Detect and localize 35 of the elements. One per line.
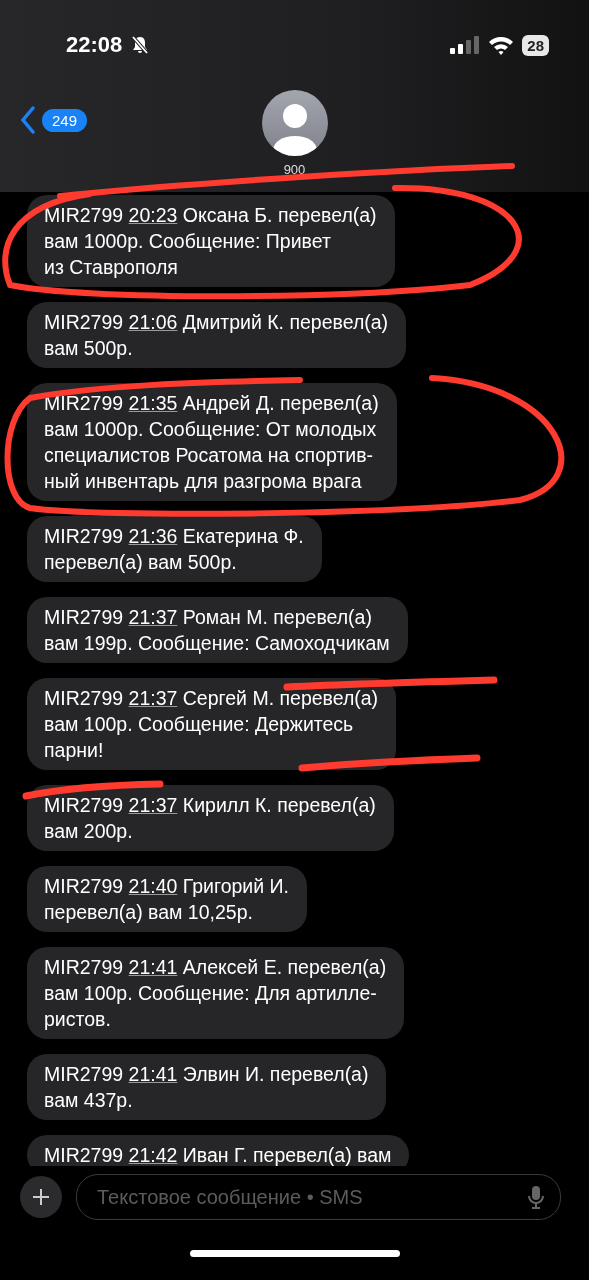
plus-icon <box>31 1187 51 1207</box>
microphone-icon[interactable] <box>528 1185 544 1209</box>
time-link[interactable]: 21:35 <box>128 392 178 414</box>
wifi-icon <box>488 35 515 55</box>
time-link[interactable]: 21:40 <box>128 875 178 897</box>
message-text: MIR2799 21:40 Григорий И. перевел(а) вам 10,25р. <box>44 874 289 925</box>
time-link[interactable]: 21:42 <box>128 1144 178 1166</box>
time-link[interactable]: 21:36 <box>128 525 178 547</box>
message-text: MIR2799 20:23 Оксана Б. перевел(а) вам 1000р. Сообщение: Привет из Ставрополя <box>44 203 377 280</box>
time-link[interactable]: 20:23 <box>128 204 178 226</box>
message-field[interactable]: Текстовое сообщение • SMS <box>76 1174 561 1220</box>
bell-slash-icon <box>130 35 151 55</box>
message-text: MIR2799 21:41 Элвин И. перевел(а) вам 437р. <box>44 1062 369 1113</box>
message-text: MIR2799 21:06 Дмитрий К. перевел(а) вам 500р. <box>44 310 389 361</box>
time-link[interactable]: 21:37 <box>128 606 178 628</box>
back-chevron-icon[interactable] <box>20 106 36 134</box>
time-link[interactable]: 21:37 <box>128 687 178 709</box>
battery-indicator: 28 <box>522 34 549 56</box>
signal-icon <box>450 36 481 54</box>
add-button[interactable] <box>20 1176 62 1218</box>
message-text: MIR2799 21:35 Андрей Д. перевел(а) вам 1000р. Сообщение: От молодых специалистов Росатома на спортив- ный инвентарь для разгрома врага <box>44 391 379 494</box>
message-text: MIR2799 21:42 Иван Г. перевел(а) вам <box>44 1143 392 1166</box>
time-link[interactable]: 21:41 <box>128 956 178 978</box>
time-link[interactable]: 21:37 <box>128 794 178 816</box>
message-text: MIR2799 21:36 Екатерина Ф. перевел(а) вам 500р. <box>44 524 304 575</box>
contact-name[interactable]: 900 <box>283 162 306 177</box>
message-text: MIR2799 21:37 Кирилл К. перевел(а) вам 200р. <box>44 793 376 844</box>
message-text: MIR2799 21:37 Роман М. перевел(а) вам 199р. Сообщение: Самоходчикам <box>44 605 390 656</box>
message-text: MIR2799 21:37 Сергей М. перевел(а) вам 100р. Сообщение: Держитесь парни! <box>44 686 379 763</box>
message-input-field[interactable]: Текстовое сообщение • SMS <box>95 1184 528 1210</box>
status-time: 22:08 <box>66 32 123 58</box>
message-text: MIR2799 21:41 Алексей Е. перевел(а) вам 100р. Сообщение: Для артилле- ристов. <box>44 955 387 1032</box>
unread-count-badge[interactable]: 249 <box>42 108 88 132</box>
time-link[interactable]: 21:06 <box>128 311 178 333</box>
time-link[interactable]: 21:41 <box>128 1063 178 1085</box>
